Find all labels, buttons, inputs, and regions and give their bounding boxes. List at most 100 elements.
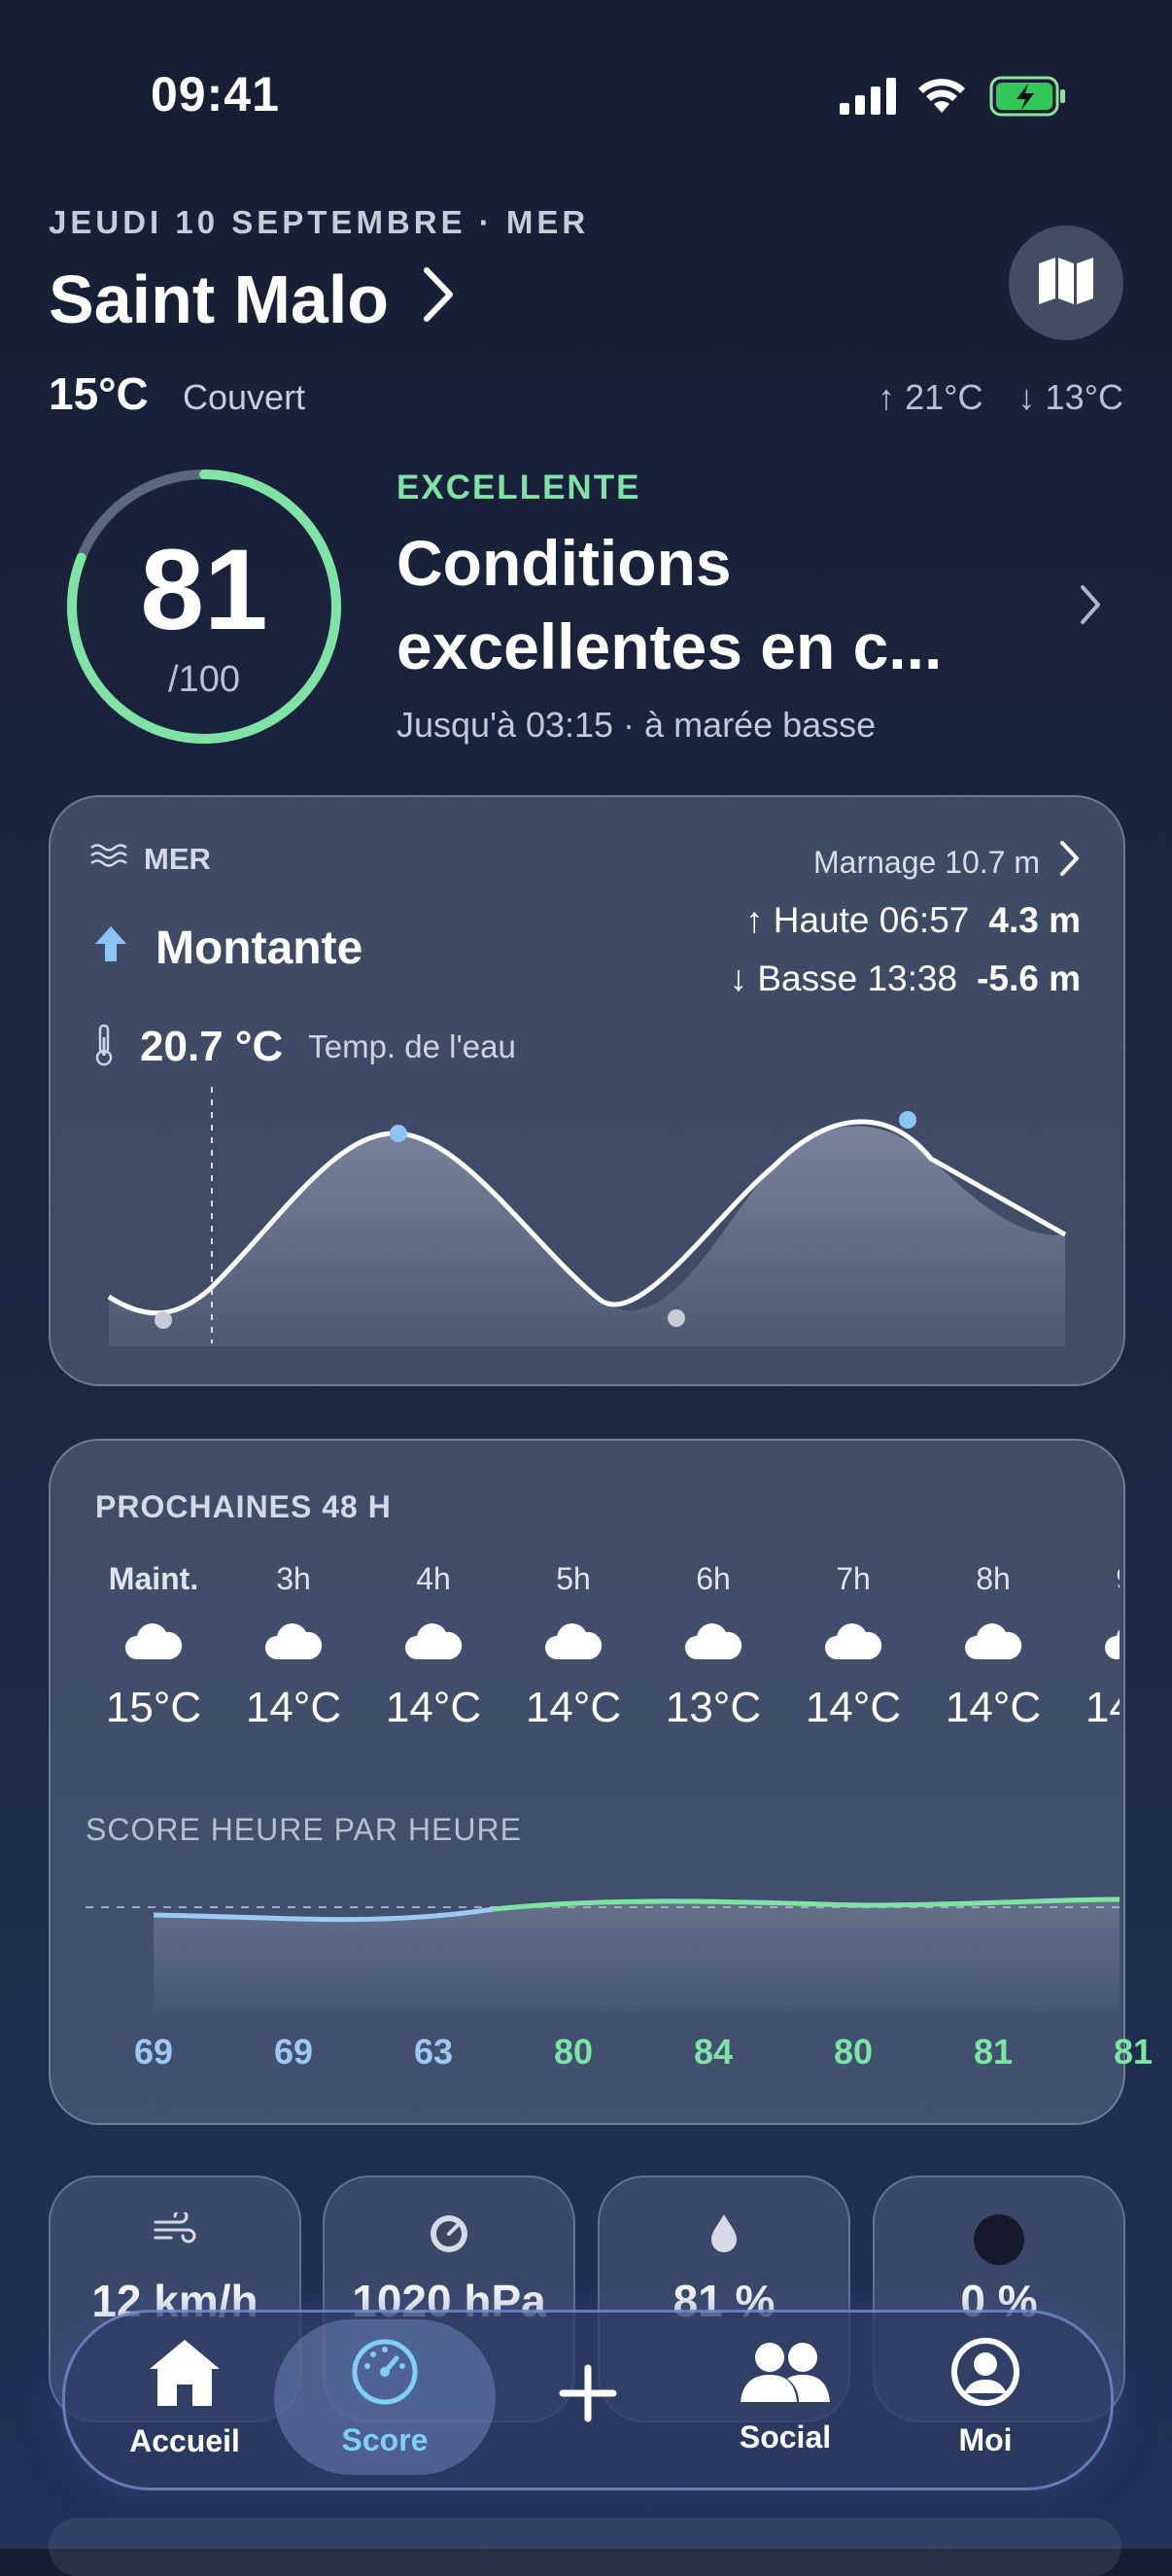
- chevron-right-icon: [422, 261, 455, 338]
- hour-label: 9h: [1065, 1561, 1120, 1600]
- forecast-title: PROCHAINES 48 H: [95, 1489, 392, 1524]
- water-temp-label: Temp. de l'eau: [308, 1028, 516, 1064]
- score-value: 81: [140, 526, 268, 654]
- hour-temp: 14°C: [245, 1684, 342, 1731]
- hour-score: 81: [1113, 2032, 1154, 2071]
- hour-label: 3h: [276, 1561, 311, 1596]
- hour-temp: 14°C: [525, 1684, 622, 1731]
- tide-trend-label: Montante: [155, 922, 363, 974]
- cloud-icon: [86, 1600, 222, 1684]
- home-icon: [146, 2336, 224, 2416]
- hour-temp: 14°C: [1085, 1684, 1120, 1731]
- people-icon: [739, 2340, 832, 2412]
- city-selector[interactable]: Saint Malo: [49, 261, 455, 338]
- hourly-score-title: SCORE HEURE PAR HEURE: [86, 1812, 522, 1847]
- next-card-peek: [49, 2518, 1121, 2576]
- cloud-icon: [1065, 1600, 1120, 1684]
- hour-column: 6h 13°C: [645, 1561, 781, 1732]
- hour-label: 7h: [836, 1561, 871, 1596]
- city-name: Saint Malo: [49, 261, 390, 337]
- water-temperature: 20.7 °C Temp. de l'eau: [93, 1023, 516, 1071]
- tide-area: [109, 1126, 1065, 1346]
- profile-icon: [950, 2337, 1020, 2415]
- tab-social[interactable]: Social: [707, 2310, 863, 2485]
- tab-accueil[interactable]: Accueil: [107, 2310, 262, 2485]
- high-tide-value: 4.3 m: [988, 900, 1081, 940]
- hour-temp: 13°C: [665, 1684, 762, 1731]
- score-rating: EXCELLENTE: [396, 469, 641, 506]
- hour-score: 81: [973, 2032, 1014, 2071]
- hour-score: 69: [273, 2032, 314, 2071]
- tab-score[interactable]: Score: [307, 2310, 463, 2485]
- cloud-icon: [365, 1600, 501, 1684]
- marnage-value: Marnage 10.7 m: [812, 844, 1040, 880]
- hour-score: 69: [133, 2032, 174, 2071]
- cloud-icon: [505, 1600, 641, 1684]
- hour-score: 80: [833, 2032, 874, 2071]
- tab-label: Social: [739, 2419, 832, 2454]
- score-title-line1: Conditions: [396, 527, 732, 599]
- plus-icon: [559, 2364, 617, 2430]
- thermometer-icon: [93, 1024, 115, 1071]
- humidity-icon: [600, 2212, 848, 2258]
- forecast-card[interactable]: [49, 1439, 1125, 2125]
- wind-icon: [51, 2209, 299, 2250]
- tab-add[interactable]: [525, 2310, 651, 2485]
- hour-temp: 14°C: [385, 1684, 482, 1731]
- cloud-icon: [645, 1600, 781, 1684]
- map-button[interactable]: [1009, 226, 1123, 340]
- chevron-right-icon: [1079, 583, 1102, 631]
- gauge-icon: [325, 2212, 573, 2260]
- tide-low-point: [668, 1309, 685, 1327]
- high-low: ↑ 21°C ↓ 13°C: [878, 377, 1123, 418]
- arrow-up-icon: [93, 922, 128, 975]
- marnage-link[interactable]: Marnage 10.7 m: [813, 840, 1081, 885]
- status-time: 09:41: [151, 67, 280, 122]
- tide-curve-chart: [107, 1087, 1067, 1346]
- hour-column: Maint. 15°C: [86, 1561, 222, 1732]
- tide-high-point: [390, 1125, 407, 1142]
- tab-moi[interactable]: Moi: [908, 2310, 1063, 2485]
- hour-column: 9h 14°C: [1065, 1561, 1120, 1732]
- low-tide: ↓ Basse 13:38 -5.6 m: [730, 958, 1081, 999]
- cloud-icon: [785, 1600, 921, 1684]
- hour-column: 4h 14°C: [365, 1561, 501, 1732]
- battery-icon: [989, 76, 1067, 122]
- score-denominator: /100: [168, 659, 240, 700]
- hourly-forecast[interactable]: Maint. 15°C 3h 14°C 4h 14°C 5h 14°C 6h 13°C 7h 14°C…: [86, 1561, 1120, 1775]
- moon-icon: [875, 2212, 1123, 2272]
- low-tide-value: -5.6 m: [977, 958, 1081, 998]
- tide-low-point: [155, 1311, 172, 1329]
- hour-column: 3h 14°C: [225, 1561, 362, 1732]
- sea-header: MER: [89, 842, 211, 877]
- map-icon: [1037, 256, 1095, 311]
- score-subtitle: Jusqu'à 03:15 · à marée basse: [396, 705, 877, 745]
- low-tide-label: ↓ Basse 13:38: [729, 958, 958, 998]
- hour-column: 8h 14°C: [925, 1561, 1061, 1732]
- hour-temp: 14°C: [945, 1684, 1042, 1731]
- score-title-line2: excellentes en c...: [396, 610, 943, 682]
- hour-label: 5h: [556, 1561, 591, 1596]
- wifi-icon: [915, 74, 968, 120]
- high-tide: ↑ Haute 06:57 4.3 m: [745, 900, 1081, 941]
- score-title: Conditions excellentes en c...: [396, 521, 1018, 688]
- hour-score: 84: [693, 2032, 734, 2071]
- water-temp-value: 20.7 °C: [140, 1023, 284, 1070]
- tide-trend: Montante: [93, 922, 362, 975]
- hour-label: 6h: [696, 1561, 731, 1596]
- hourly-score-chart: [86, 1897, 1120, 2012]
- date-label: JEUDI 10 SEPTEMBRE · MER: [49, 204, 590, 240]
- chevron-right-icon: [1059, 840, 1081, 885]
- hour-score: 63: [413, 2032, 454, 2071]
- hour-label: 8h: [976, 1561, 1011, 1596]
- hour-column: 7h 14°C: [785, 1561, 921, 1732]
- low-temp: ↓ 13°C: [1017, 377, 1123, 417]
- condition-label: Couvert: [183, 377, 306, 417]
- hour-score: 80: [553, 2032, 594, 2071]
- hour-column: 5h 14°C: [505, 1561, 641, 1732]
- hour-temp: 14°C: [805, 1684, 902, 1731]
- high-tide-label: ↑ Haute 06:57: [744, 900, 970, 940]
- tab-label: Score: [341, 2421, 429, 2457]
- tab-label: Moi: [958, 2421, 1013, 2457]
- cloud-icon: [925, 1600, 1061, 1684]
